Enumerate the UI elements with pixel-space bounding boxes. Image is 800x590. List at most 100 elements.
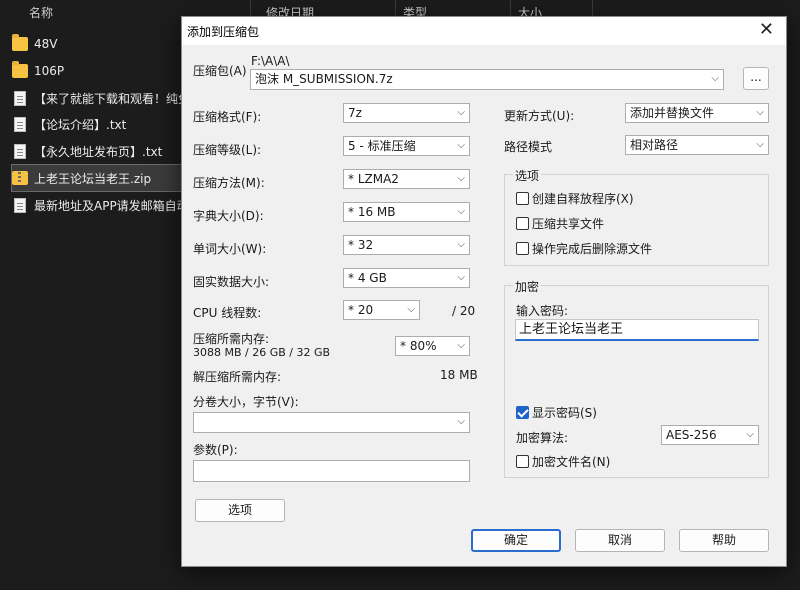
method-label: 压缩方法(M): [193,176,265,190]
options-group: 选项 创建自释放程序(X) 压缩共享文件 操作完成后删除源文件 [504,167,769,266]
file-name: 【永久地址发布页】.txt [34,144,163,159]
chevron-down-icon: ⌵ [756,139,764,150]
mem-decompress-label: 解压缩所需内存: [193,370,282,384]
delete-after-checkbox[interactable]: 操作完成后删除源文件 [516,240,652,257]
file-name: 106P [34,64,65,78]
level-label: 压缩等级(L): [193,143,262,157]
dialog-title: 添加到压缩包 [187,25,260,39]
sort-up-icon[interactable]: ⌃ [137,0,145,5]
options-button[interactable]: 选项 [195,499,285,522]
show-password-checkbox[interactable]: 显示密码(S) [516,404,597,421]
format-value: 7z [348,106,362,120]
file-name: 上老王论坛当老王.zip [34,171,152,186]
threads-select[interactable]: * 20 ⌵ [343,300,420,320]
ok-button[interactable]: 确定 [471,529,561,552]
file-row[interactable]: 最新地址及APP请发邮箱自动 [12,192,182,218]
level-value: 5 - 标准压缩 [348,139,416,153]
file-name: 最新地址及APP请发邮箱自动 [34,198,182,213]
encryption-group-title: 加密 [513,278,542,295]
chevron-down-icon: ⌵ [457,173,465,184]
solid-label: 固实数据大小: [193,275,270,289]
create-sfx-checkbox[interactable]: 创建自释放程序(X) [516,190,634,207]
options-group-title: 选项 [513,167,542,184]
threads-max: / 20 [452,304,476,318]
chevron-down-icon: ⌵ [746,429,754,440]
update-mode-select[interactable]: 添加并替换文件 ⌵ [625,103,769,123]
checkbox-unchecked-icon[interactable] [516,217,529,230]
archive-name-combo[interactable]: 泡沫 M_SUBMISSION.7z ⌵ [250,69,724,90]
file-row[interactable]: 48V [12,31,182,57]
archive-label: 压缩包(A) [193,64,247,78]
chevron-down-icon: ⌵ [457,239,465,250]
mem-compress-detail: 3088 MB / 26 GB / 32 GB [193,346,331,359]
solid-select[interactable]: * 4 GB ⌵ [343,268,470,288]
mem-usage-select[interactable]: * 80% ⌵ [395,336,470,356]
path-mode-value: 相对路径 [630,138,679,152]
add-to-archive-dialog: 添加到压缩包 ✕ 压缩包(A) F:\A\A\ 泡沫 M_SUBMISSION.… [181,16,787,567]
encryption-group: 加密 输入密码: 上老王论坛当老王 显示密码(S) 加密算法: AES-256 … [504,278,769,478]
mem-compress-label: 压缩所需内存: [193,332,270,346]
chevron-down-icon: ⌵ [407,304,415,315]
checkbox-checked-icon[interactable] [516,406,529,419]
chevron-down-icon[interactable]: ⌵ [711,70,719,88]
show-password-label: 显示密码(S) [532,406,597,420]
word-label: 单词大小(W): [193,242,267,256]
encrypt-filenames-checkbox[interactable]: 加密文件名(N) [516,453,610,470]
folder-icon [12,61,28,78]
format-label: 压缩格式(F): [193,110,262,124]
chevron-down-icon: ⌵ [756,107,764,118]
compress-shared-checkbox[interactable]: 压缩共享文件 [516,215,604,232]
password-input[interactable]: 上老王论坛当老王 [515,319,759,341]
zip-folder-icon [12,171,28,185]
checkbox-unchecked-icon[interactable] [516,455,529,468]
chevron-down-icon: ⌵ [457,340,465,351]
text-file-icon [14,116,26,132]
path-mode-select[interactable]: 相对路径 ⌵ [625,135,769,155]
file-row[interactable]: 【永久地址发布页】.txt [12,138,182,164]
archive-filename: 泡沫 M_SUBMISSION.7z [255,72,393,86]
checkbox-unchecked-icon[interactable] [516,242,529,255]
method-select[interactable]: * LZMA2 ⌵ [343,169,470,189]
file-row[interactable]: 【来了就能下载和观看！纯免 [12,85,182,111]
dict-value: * 16 MB [348,205,396,219]
column-name[interactable]: 名称 [29,0,53,26]
password-label: 输入密码: [516,304,569,318]
dict-select[interactable]: * 16 MB ⌵ [343,202,470,222]
help-button[interactable]: 帮助 [679,529,769,552]
file-name: 【来了就能下载和观看！纯免 [34,91,182,106]
threads-value: * 20 [348,303,374,317]
create-sfx-label: 创建自释放程序(X) [532,192,634,206]
file-row[interactable]: 106P [12,58,182,84]
text-file-icon [14,197,26,213]
encryption-method-select[interactable]: AES-256 ⌵ [661,425,759,445]
level-select[interactable]: 5 - 标准压缩 ⌵ [343,136,470,156]
chevron-down-icon: ⌵ [457,206,465,217]
chevron-down-icon: ⌵ [457,107,465,118]
cancel-button[interactable]: 取消 [575,529,665,552]
format-select[interactable]: 7z ⌵ [343,103,470,123]
encryption-method-label: 加密算法: [516,431,569,445]
params-input[interactable] [193,460,470,482]
chevron-down-icon: ⌵ [457,272,465,283]
word-select[interactable]: * 32 ⌵ [343,235,470,255]
path-mode-label: 路径模式 [504,140,553,154]
compress-shared-label: 压缩共享文件 [532,217,605,231]
folder-icon [12,34,28,51]
file-name: 48V [34,37,58,51]
file-row-selected[interactable]: 上老王论坛当老王.zip [11,164,183,192]
file-row[interactable]: 【论坛介绍】.txt [12,111,182,137]
mem-decompress-value: 18 MB [440,368,478,382]
browse-button[interactable]: ... [743,67,769,90]
split-label: 分卷大小，字节(V): [193,395,299,409]
title-bar[interactable]: 添加到压缩包 ✕ [182,17,786,45]
encrypt-filenames-label: 加密文件名(N) [532,455,611,469]
encryption-method-value: AES-256 [666,428,717,442]
close-icon[interactable]: ✕ [759,20,774,40]
chevron-down-icon: ⌵ [457,140,465,151]
text-file-icon [14,90,26,106]
checkbox-unchecked-icon[interactable] [516,192,529,205]
solid-value: * 4 GB [348,271,387,285]
split-size-select[interactable]: ⌵ [193,412,470,433]
word-value: * 32 [348,238,374,252]
dict-label: 字典大小(D): [193,209,264,223]
